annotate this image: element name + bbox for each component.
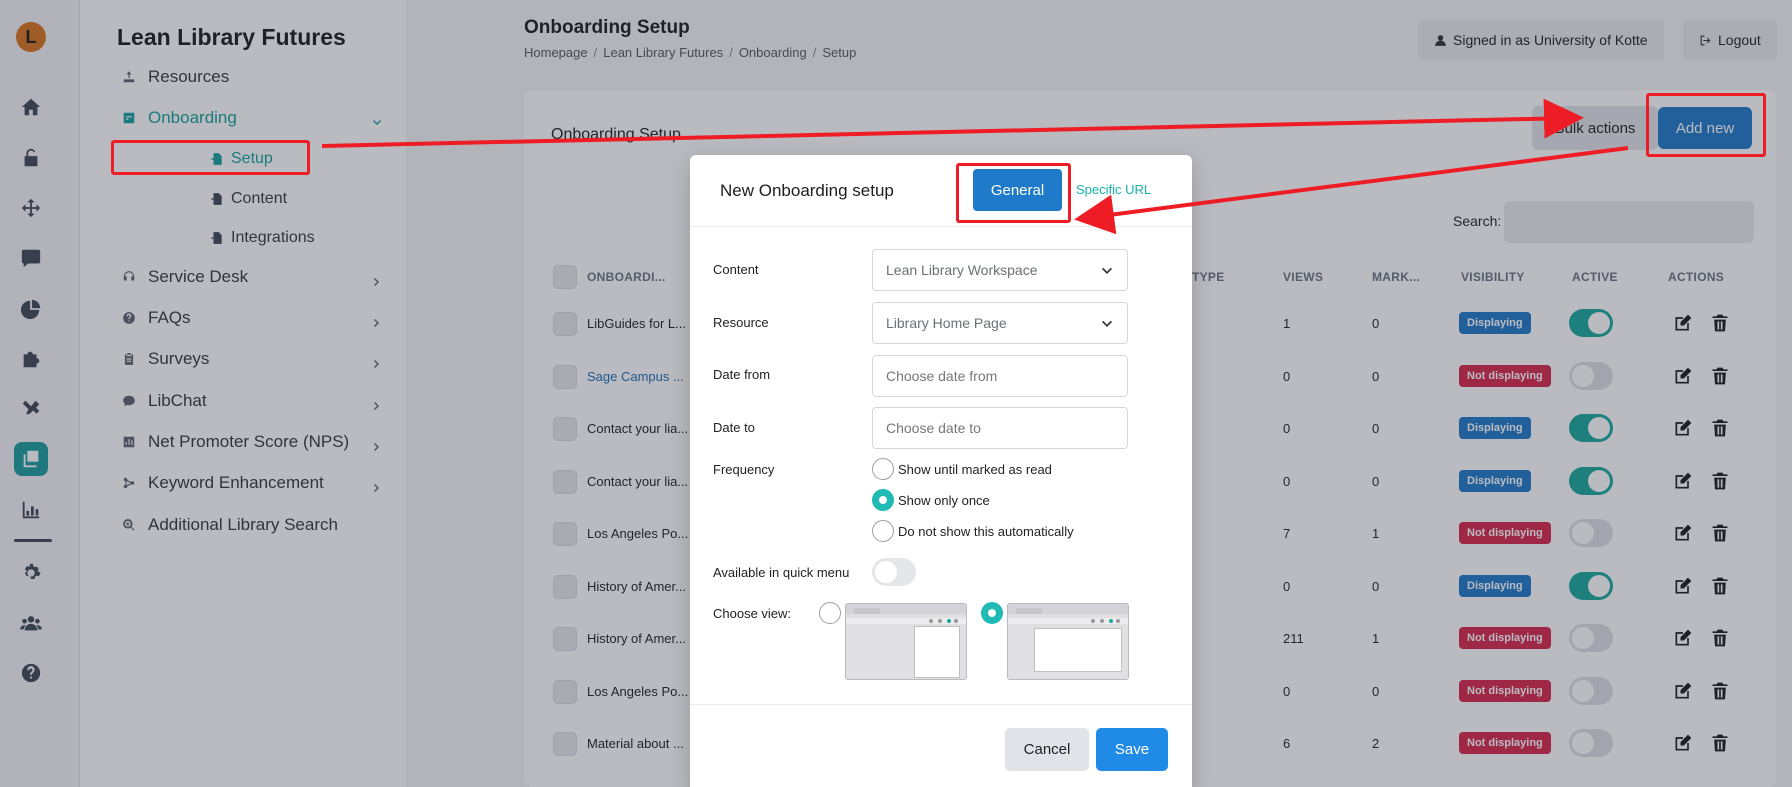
frequency-label: Frequency <box>713 462 775 477</box>
radio-button[interactable] <box>872 520 894 542</box>
choose-view-label: Choose view: <box>713 606 792 621</box>
frequency-option-never[interactable]: Do not show this automatically <box>872 520 1074 542</box>
modal-title: New Onboarding setup <box>720 181 894 200</box>
radio-button[interactable] <box>872 489 894 511</box>
resource-label: Resource <box>713 315 769 330</box>
date-to-label: Date to <box>713 420 755 435</box>
annotation-box-setup <box>111 140 310 175</box>
date-from-label: Date from <box>713 367 771 382</box>
frequency-option-once[interactable]: Show only once <box>872 489 990 511</box>
radio-label: Show only once <box>898 492 990 508</box>
frequency-option-until-read[interactable]: Show until marked as read <box>872 458 1052 480</box>
annotation-box-general <box>956 163 1071 223</box>
date-to-input[interactable] <box>872 407 1128 449</box>
annotation-box-add-new <box>1646 93 1766 157</box>
chevron-down-icon <box>1102 267 1112 274</box>
content-select-value: Lean Library Workspace <box>886 262 1038 278</box>
chevron-down-icon <box>1102 320 1112 327</box>
content-select[interactable]: Lean Library Workspace <box>872 249 1128 291</box>
quick-menu-toggle[interactable] <box>872 558 916 586</box>
modal-header: New Onboarding setup General Specific UR… <box>690 155 1192 227</box>
date-from-input[interactable] <box>872 355 1128 397</box>
cancel-button[interactable]: Cancel <box>1005 728 1089 771</box>
modal-footer-divider <box>690 704 1192 705</box>
content-label: Content <box>713 262 759 277</box>
resource-select[interactable]: Library Home Page <box>872 302 1128 344</box>
view-sidebar-thumbnail[interactable] <box>845 603 967 680</box>
view-popup-thumbnail[interactable] <box>1007 603 1129 680</box>
new-onboarding-modal: New Onboarding setup General Specific UR… <box>690 155 1192 787</box>
radio-label: Do not show this automatically <box>898 523 1074 539</box>
view-option-sidebar-radio[interactable] <box>819 602 841 624</box>
view-option-popup-radio[interactable] <box>981 602 1003 624</box>
tab-specific-url[interactable]: Specific URL <box>1076 182 1151 197</box>
resource-select-value: Library Home Page <box>886 315 1007 331</box>
save-button[interactable]: Save <box>1096 728 1168 771</box>
quick-menu-label: Available in quick menu <box>713 565 850 580</box>
radio-button[interactable] <box>872 458 894 480</box>
radio-label: Show until marked as read <box>898 461 1052 477</box>
